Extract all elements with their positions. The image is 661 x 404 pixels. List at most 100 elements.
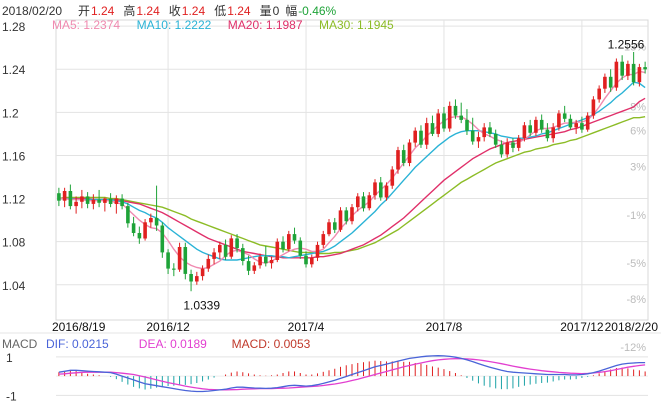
candle (476, 131, 481, 148)
header-field-value: 0 (273, 4, 280, 18)
candle-body (315, 244, 320, 258)
candle-body (177, 247, 182, 270)
moving-averages (58, 70, 646, 270)
candle (367, 192, 372, 211)
header-field-label: 量 (260, 4, 272, 18)
candle-body (551, 127, 555, 139)
candle-body (447, 105, 452, 129)
candle (166, 249, 170, 274)
header-field-label: 高 (123, 3, 135, 18)
candle-body (574, 123, 578, 128)
candle-body (539, 119, 544, 130)
ma5-line (58, 70, 646, 270)
candle (120, 194, 124, 210)
candle-body (189, 274, 193, 282)
candle-body (108, 198, 113, 204)
candle-body (522, 125, 527, 139)
candle (333, 217, 337, 234)
header-field-label: 收 (169, 4, 181, 18)
header-field-value: 1.24 (91, 4, 115, 18)
candle (154, 185, 159, 231)
candle-body (258, 256, 262, 266)
ma-legend-item: MA30: 1.1945 (319, 18, 394, 32)
candle-body (626, 63, 630, 76)
candle-body (183, 247, 188, 274)
candle-body (218, 244, 222, 253)
y-tick-label: 1.12 (2, 193, 26, 207)
candle-body (430, 123, 435, 134)
candle-body (482, 127, 486, 138)
candle-body (545, 129, 550, 139)
candle-body (304, 255, 308, 265)
y-tick-label: 1.16 (2, 149, 26, 163)
candle (379, 177, 383, 201)
candle-body (327, 222, 331, 235)
x-axis-labels: 2016/8/19 2016/12 2017/4 2017/8 2017/12 2018/… (52, 320, 658, 334)
pct-tick-label: 6% (630, 126, 646, 138)
header-info: 2018/02/20 (2, 4, 62, 18)
candle (80, 189, 84, 209)
candle (321, 230, 326, 249)
pct-axis-labels: 13%8%6%3%-1%-5%-8%-12% (620, 41, 646, 354)
candle-body (465, 119, 469, 131)
candle (103, 197, 107, 212)
y-tick-label: 1.04 (2, 279, 26, 293)
candle-body (252, 265, 257, 271)
candle-body (453, 105, 458, 116)
candle-body (298, 240, 303, 256)
candle-body (390, 169, 395, 186)
candle (493, 129, 498, 148)
candle-body (568, 118, 573, 128)
candle-body (160, 225, 165, 253)
candle (401, 144, 406, 167)
annotation-label: 1.0339 (183, 298, 220, 312)
candle-body (528, 125, 532, 133)
candle (390, 166, 395, 189)
candle (160, 222, 165, 258)
candle (218, 241, 222, 259)
candle-body (384, 185, 389, 198)
candle (241, 243, 245, 266)
candle-body (292, 234, 297, 241)
candle (310, 254, 314, 268)
candle-body (580, 123, 584, 130)
candle (62, 187, 67, 208)
candle-body (407, 142, 412, 163)
candle-body (614, 61, 619, 88)
candle-body (246, 261, 251, 271)
candle (229, 235, 234, 259)
macd-tick-label: -1 (6, 389, 17, 403)
candle (183, 242, 188, 280)
header-field-value: 1.24 (136, 4, 160, 18)
candle (252, 262, 257, 274)
candle (131, 216, 136, 237)
candle-body (476, 137, 481, 142)
price-chart: 2018/02/20 开 1.24 高 1.24 收 1.24 低 1.24 量 0 幅 -0.46%… (0, 3, 661, 403)
candle-body (287, 234, 291, 250)
y-tick-label: 1.24 (2, 63, 26, 77)
candle-body (637, 67, 642, 83)
candle (126, 202, 130, 228)
candle-body (488, 127, 492, 134)
y-tick-label: 1.08 (2, 236, 26, 250)
candle (189, 269, 193, 292)
x-tick-label: 2016/8/19 (52, 320, 106, 334)
candle (459, 102, 463, 124)
candle (442, 106, 446, 132)
candle-body (631, 63, 636, 83)
header-field-value: 1.24 (227, 4, 251, 18)
candle (511, 138, 515, 153)
candle (172, 263, 176, 277)
y-tick-label: 1.2 (2, 106, 19, 120)
candle-body (367, 195, 372, 209)
candle-body (137, 233, 142, 239)
candle (631, 52, 636, 86)
candle-body (643, 67, 647, 70)
candle-body (200, 268, 205, 277)
candle-body (223, 244, 228, 257)
candle-body (143, 222, 147, 239)
annotation-label: 1.2556 (608, 37, 645, 51)
candle-body (344, 210, 349, 222)
candle (108, 193, 113, 208)
header-date: 2018/02/20 (2, 4, 62, 18)
